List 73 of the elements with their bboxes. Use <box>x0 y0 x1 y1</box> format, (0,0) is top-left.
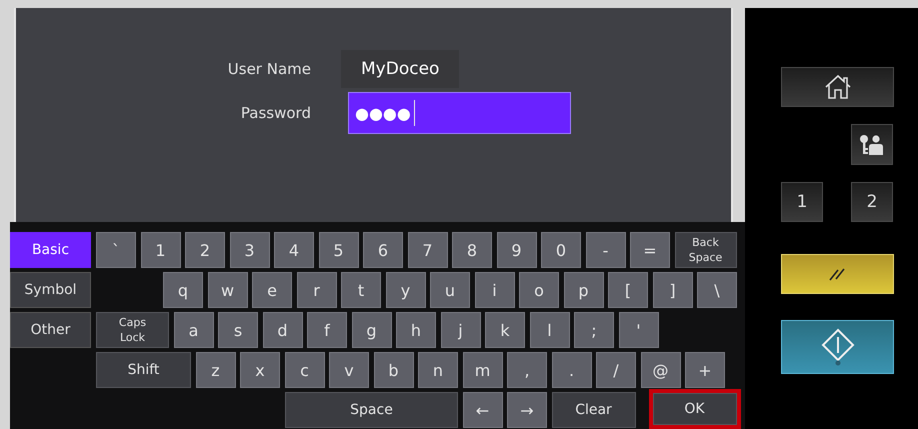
key[interactable]: c <box>284 352 324 388</box>
field-label: Password <box>240 104 311 122</box>
ok-button[interactable]: OK <box>648 389 740 429</box>
key[interactable]: \ <box>697 272 737 308</box>
key-and-person-icon <box>859 134 885 156</box>
key[interactable]: 3 <box>230 232 270 268</box>
start-icon <box>820 328 854 366</box>
key[interactable]: m <box>462 352 502 388</box>
number-button[interactable]: 1 <box>781 182 823 222</box>
key[interactable]: 2 <box>185 232 225 268</box>
key[interactable]: i <box>474 272 514 308</box>
key[interactable]: 6 <box>363 232 403 268</box>
field-label: User Name <box>228 60 311 78</box>
key[interactable]: @ <box>640 352 680 388</box>
key[interactable]: p <box>564 272 604 308</box>
mode-tab[interactable]: Other <box>10 312 91 348</box>
key[interactable]: x <box>240 352 280 388</box>
key[interactable]: b <box>374 352 414 388</box>
key[interactable]: ; <box>574 312 614 348</box>
key[interactable]: u <box>430 272 470 308</box>
key[interactable]: k <box>485 312 525 348</box>
key[interactable]: [ <box>608 272 648 308</box>
key[interactable]: . <box>552 352 592 388</box>
arrow-key[interactable]: ← <box>462 392 502 428</box>
key[interactable]: , <box>507 352 547 388</box>
shift-key[interactable]: Shift <box>96 352 191 388</box>
key[interactable]: n <box>418 352 458 388</box>
home-button[interactable] <box>781 67 894 107</box>
key[interactable]: s <box>218 312 258 348</box>
double-slash-icon <box>828 267 848 281</box>
key[interactable]: e <box>252 272 292 308</box>
key[interactable]: + <box>685 352 725 388</box>
caps-lock-key[interactable]: Caps Lock <box>96 312 169 348</box>
key[interactable]: d <box>262 312 302 348</box>
key[interactable]: 8 <box>452 232 492 268</box>
key[interactable]: h <box>396 312 436 348</box>
key[interactable]: 1 <box>140 232 180 268</box>
key[interactable]: t <box>341 272 381 308</box>
key[interactable]: ] <box>652 272 692 308</box>
key[interactable]: 9 <box>496 232 536 268</box>
key[interactable]: w <box>208 272 248 308</box>
key[interactable]: = <box>630 232 670 268</box>
key[interactable]: y <box>386 272 426 308</box>
key[interactable]: z <box>196 352 236 388</box>
arrow-key[interactable]: → <box>507 392 547 428</box>
key[interactable]: ` <box>96 232 136 268</box>
key[interactable]: v <box>329 352 369 388</box>
key[interactable]: r <box>296 272 336 308</box>
key[interactable]: l <box>530 312 570 348</box>
key[interactable]: 0 <box>541 232 581 268</box>
key[interactable]: ' <box>618 312 658 348</box>
home-icon <box>822 74 852 100</box>
key[interactable]: - <box>586 232 626 268</box>
key[interactable]: f <box>307 312 347 348</box>
start-button[interactable] <box>781 320 894 374</box>
account-button[interactable] <box>851 124 893 165</box>
key[interactable]: o <box>519 272 559 308</box>
space-key[interactable]: Space <box>285 392 458 428</box>
number-button[interactable]: 2 <box>851 182 893 222</box>
key[interactable]: / <box>596 352 636 388</box>
clear-key[interactable]: Clear <box>552 392 636 428</box>
mode-tab[interactable]: Basic <box>10 232 91 268</box>
key[interactable]: j <box>440 312 480 348</box>
key[interactable]: g <box>352 312 392 348</box>
key[interactable]: q <box>163 272 203 308</box>
key[interactable]: 7 <box>408 232 448 268</box>
key[interactable]: a <box>174 312 214 348</box>
key[interactable]: 4 <box>274 232 314 268</box>
input-field[interactable]: ●●●● <box>348 92 571 134</box>
backspace-key[interactable]: Back Space <box>674 232 736 268</box>
mode-tab[interactable]: Symbol <box>10 272 91 308</box>
key[interactable]: 5 <box>318 232 358 268</box>
input-field[interactable]: MyDoceo <box>341 50 460 88</box>
